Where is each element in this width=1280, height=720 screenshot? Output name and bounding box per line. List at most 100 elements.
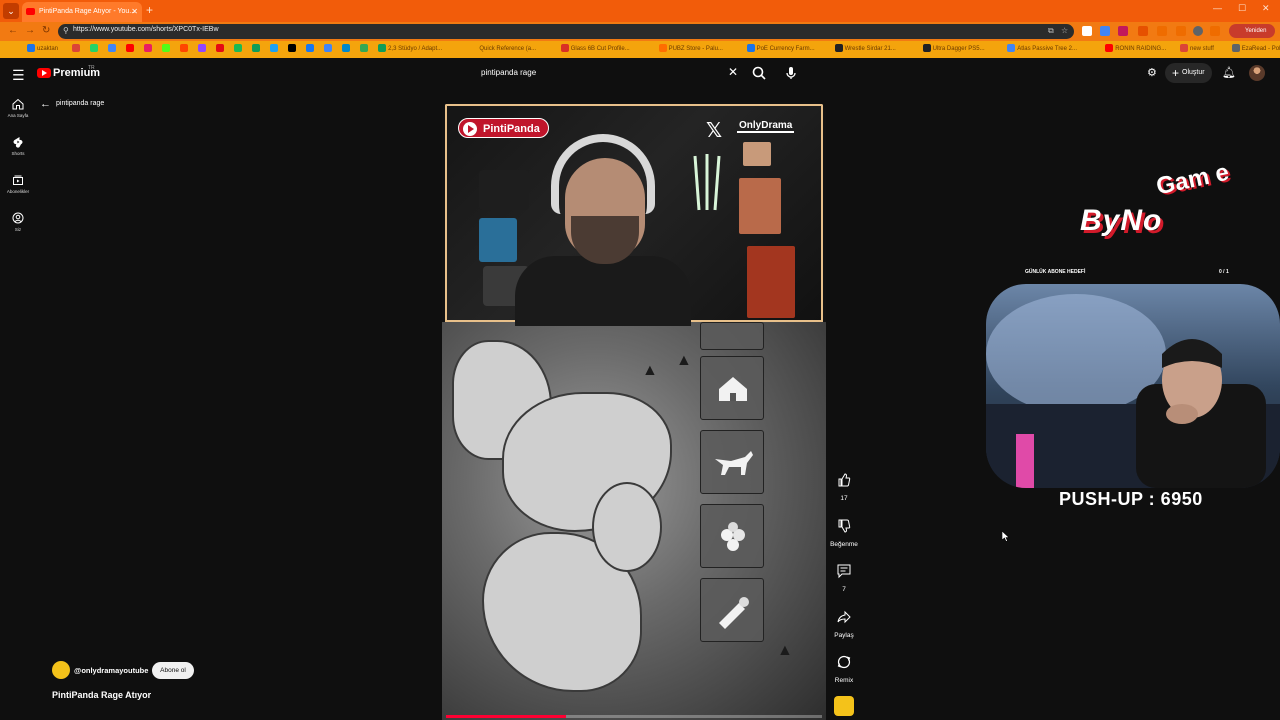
search-input[interactable]: pintipanda rage (481, 68, 536, 77)
minimize-icon[interactable]: — (1213, 3, 1222, 13)
bookmark-item[interactable] (252, 44, 262, 55)
streamer-shirt (515, 256, 691, 326)
bookmark-item[interactable] (342, 44, 352, 55)
shorts-video-player[interactable]: ▲ ▲ ▲ PintiPanda 𝕏 OnlyDrama (442, 102, 826, 720)
bookmark-item[interactable]: RONIN RAIDING... (1105, 44, 1166, 55)
like-count: 17 (840, 495, 848, 502)
bookmark-label: Glass 6B Cut Profile... (570, 46, 630, 52)
browser-tab-bar: ⌄ PintiPanda Rage Atıyor - You... ✕ + — … (0, 0, 1280, 22)
extension-icon[interactable] (1157, 26, 1167, 36)
back-arrow-icon[interactable]: ← (40, 98, 51, 110)
guide-item-subscriptions[interactable]: Abonelikler (0, 174, 36, 194)
subscribe-button[interactable]: Abone ol (152, 662, 194, 679)
account-avatar[interactable] (1249, 65, 1265, 81)
comment-count: 7 (842, 586, 846, 593)
bookmark-item[interactable] (288, 44, 298, 55)
bookmark-item[interactable] (144, 44, 154, 55)
downloads-icon[interactable] (1193, 26, 1203, 36)
bookmark-item[interactable] (72, 44, 82, 55)
webcam-scene (986, 294, 1280, 488)
extensions-puzzle-icon[interactable] (1210, 26, 1220, 36)
bookmark-item[interactable]: PUBZ Store - Palu... (658, 44, 723, 55)
maximize-icon[interactable]: ☐ (1238, 3, 1246, 14)
comments-button[interactable]: 7 (832, 559, 856, 593)
remix-label: Remix (834, 677, 854, 684)
browser-tab-active[interactable]: PintiPanda Rage Atıyor - You... ✕ (22, 2, 142, 22)
site-info-icon[interactable]: ⚲ (63, 26, 69, 35)
guide-label: Ana Sayfa (7, 113, 29, 118)
inventory-slot (700, 322, 764, 350)
microphone-icon[interactable] (782, 64, 800, 82)
bookmark-item[interactable]: Quick Reference (a... (469, 44, 536, 55)
extension-icon[interactable] (1082, 26, 1092, 36)
bookmark-item[interactable]: Glass 6B Cut Profile... (560, 44, 630, 55)
bookmark-item[interactable] (198, 44, 208, 55)
youtube-page: ☰ Premium TR pintipanda rage ✕ ⚙ + Oluşt… (0, 58, 1280, 720)
inventory-slot-deer (700, 430, 764, 494)
notifications-bell-icon[interactable]: 🔔︎ (1222, 66, 1236, 79)
bookmark-item[interactable]: 2,3 Stüdyo / Adapt... (378, 44, 442, 55)
video-progress-fill (446, 715, 567, 718)
remix-button[interactable]: Remix (832, 650, 856, 684)
like-button[interactable]: 17 (832, 468, 856, 502)
search-box[interactable]: pintipanda rage ✕ (474, 62, 774, 84)
bookmark-favicon-icon (378, 44, 387, 53)
bookmark-favicon-icon (342, 44, 351, 53)
bookmark-item[interactable] (324, 44, 334, 55)
bookmark-star-icon[interactable]: ☆ (1061, 26, 1068, 35)
bookmark-item[interactable] (360, 44, 370, 55)
bookmark-item[interactable]: EzaRead - PoE 2... (1231, 44, 1280, 55)
bookmark-item[interactable] (306, 44, 316, 55)
guide-item-home[interactable]: Ana Sayfa (0, 98, 36, 118)
extension-icon[interactable] (1100, 26, 1110, 36)
guide-item-shorts[interactable]: Shorts (0, 136, 36, 156)
youtube-favicon-icon (26, 8, 35, 15)
bookmark-favicon-icon (922, 44, 931, 53)
house-icon (719, 377, 747, 401)
mouse-cursor-icon (1002, 531, 1010, 542)
dislike-button[interactable]: Beğenme (830, 514, 858, 548)
profile-button[interactable]: Yeniden b... (1229, 24, 1275, 48)
share-button[interactable]: Paylaş (832, 605, 856, 639)
reload-icon[interactable]: ↻ (42, 25, 50, 36)
address-bar[interactable]: ⚲ https://www.youtube.com/shorts/XPC0Tx-… (58, 24, 1074, 39)
extension-icon[interactable] (1118, 26, 1128, 36)
bookmark-favicon-icon (108, 44, 117, 53)
bookmark-item[interactable] (90, 44, 100, 55)
channel-thumbnail[interactable] (834, 696, 854, 716)
tool-icon (719, 597, 749, 629)
tab-close-icon[interactable]: ✕ (131, 2, 138, 22)
bookmark-item[interactable] (162, 44, 172, 55)
bookmark-item[interactable] (270, 44, 280, 55)
live-settings-icon[interactable]: ⚙ (1147, 66, 1157, 79)
bookmark-item[interactable]: PoE Currency Farm... (746, 44, 815, 55)
create-button[interactable]: + Oluştur (1165, 63, 1212, 83)
youtube-logo-icon[interactable] (37, 68, 51, 78)
forward-arrow-icon[interactable]: → (25, 25, 35, 36)
close-window-icon[interactable]: ✕ (1262, 3, 1270, 14)
bookmark-item[interactable] (108, 44, 118, 55)
clear-search-icon[interactable]: ✕ (728, 65, 738, 79)
channel-handle[interactable]: @onlydramayoutube (74, 666, 148, 675)
extension-icon[interactable] (1138, 26, 1148, 36)
channel-avatar[interactable] (52, 661, 70, 679)
install-app-icon[interactable]: ⧉ (1048, 26, 1054, 36)
bookmark-item[interactable]: Atlas Passive Tree 2... (1007, 44, 1077, 55)
new-tab-button[interactable]: + (146, 3, 153, 17)
search-icon[interactable] (750, 64, 768, 82)
bookmark-item[interactable]: Wrestle Sirdar 21... (834, 44, 896, 55)
bookmark-item[interactable] (126, 44, 136, 55)
bookmark-item[interactable]: Ultra Dagger PS5... (922, 44, 985, 55)
bookmark-item[interactable] (234, 44, 244, 55)
guide-item-you[interactable]: Siz (0, 212, 36, 232)
back-label[interactable]: pintipanda rage (56, 100, 104, 107)
bookmark-item[interactable] (216, 44, 226, 55)
extension-icon[interactable] (1176, 26, 1186, 36)
bookmark-item[interactable]: new stuff (1180, 44, 1214, 55)
hamburger-menu-icon[interactable]: ☰ (12, 67, 25, 84)
bookmark-item[interactable] (180, 44, 190, 55)
back-arrow-icon[interactable]: ← (8, 25, 18, 36)
tab-search-button[interactable]: ⌄ (3, 3, 19, 19)
video-progress-bar[interactable] (446, 715, 822, 718)
bookmark-item[interactable]: uzaktan (27, 44, 58, 55)
